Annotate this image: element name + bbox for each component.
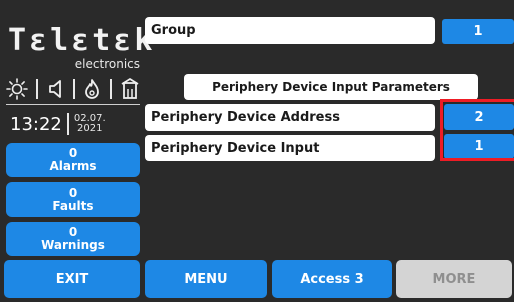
selection-highlight — [440, 99, 514, 161]
brand-subtitle: electronics — [74, 57, 140, 71]
clock-time: 13:22 — [10, 113, 62, 135]
more-button[interactable]: MORE — [396, 260, 512, 298]
warnings-label: Warnings — [41, 238, 105, 252]
alarms-button[interactable]: 0 Alarms — [6, 143, 140, 177]
device-input-label: Periphery Device Input — [145, 135, 435, 161]
sun-icon — [6, 78, 28, 100]
clock-separator — [66, 113, 69, 135]
header-divider — [6, 104, 140, 105]
group-value[interactable]: 1 — [442, 19, 514, 44]
status-icons-bar — [6, 76, 140, 102]
exit-button[interactable]: EXIT — [4, 260, 140, 298]
speaker-icon — [47, 78, 65, 100]
menu-button[interactable]: MENU — [145, 260, 267, 298]
alarms-label: Alarms — [49, 159, 97, 173]
faults-button[interactable]: 0 Faults — [6, 182, 140, 217]
brand-name: Tεlεtεk — [8, 23, 156, 58]
clock-date: 02.07. 2021 — [74, 114, 106, 134]
group-label: Group — [145, 17, 435, 44]
faults-label: Faults — [52, 198, 94, 213]
device-address-label: Periphery Device Address — [145, 104, 435, 131]
icon-separator — [72, 79, 75, 99]
door-icon — [120, 78, 140, 100]
icon-separator — [36, 79, 39, 99]
warnings-button[interactable]: 0 Warnings — [6, 222, 140, 256]
panel-screen: Tεlεtεk electronics 13:22 02.07. 2021 0 … — [0, 0, 514, 302]
clock: 13:22 02.07. 2021 — [10, 110, 106, 138]
faults-count: 0 — [68, 185, 78, 200]
fire-icon — [83, 78, 101, 100]
clock-date-year: 2021 — [77, 123, 103, 134]
icon-separator — [109, 79, 112, 99]
section-title: Periphery Device Input Parameters — [184, 74, 478, 100]
access-level-button[interactable]: Access 3 — [272, 260, 392, 298]
teletek-logo: Tεlεtεk electronics — [4, 20, 152, 72]
